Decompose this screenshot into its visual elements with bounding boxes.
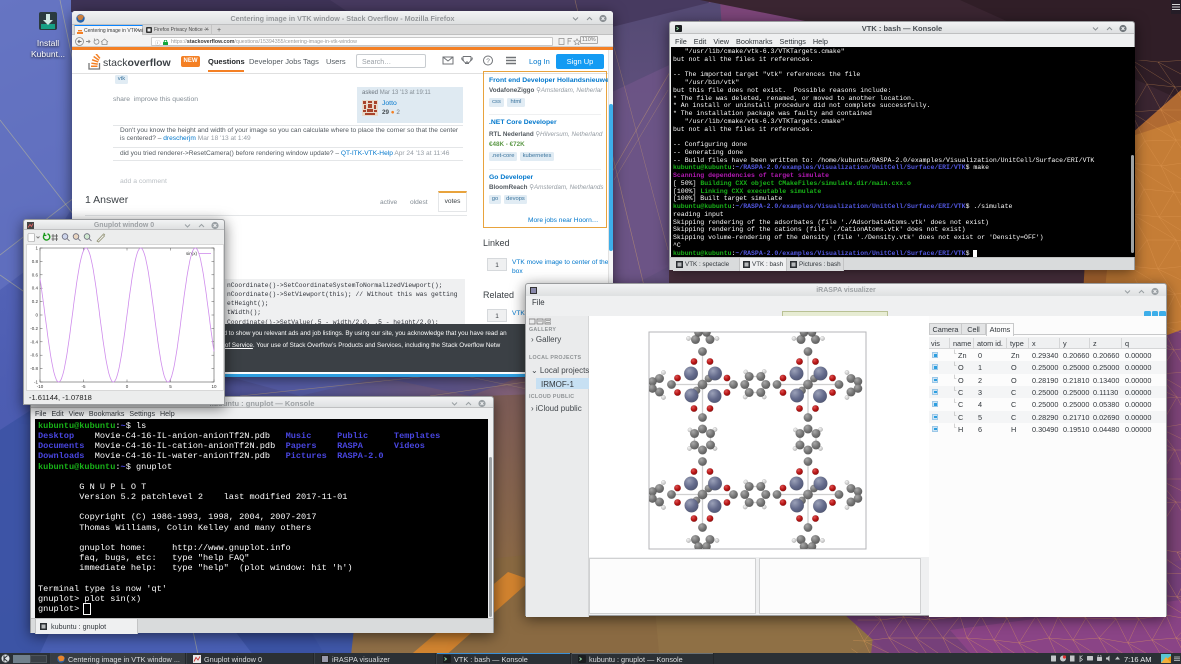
svg-text:0.4: 0.4 <box>32 286 39 291</box>
svg-text:10: 10 <box>211 384 217 389</box>
svg-text:0.2: 0.2 <box>32 299 39 304</box>
svg-text:?: ? <box>486 58 490 65</box>
svg-text:-0.8: -0.8 <box>30 366 38 371</box>
svg-text:1: 1 <box>35 246 38 251</box>
svg-text:-0.2: -0.2 <box>30 326 38 331</box>
svg-text:-5: -5 <box>81 384 85 389</box>
svg-text:-0.6: -0.6 <box>30 353 38 358</box>
svg-text:-0.4: -0.4 <box>30 339 38 344</box>
svg-text:0.6: 0.6 <box>32 272 39 277</box>
svg-text:0: 0 <box>35 313 38 318</box>
svg-text:0: 0 <box>126 384 129 389</box>
svg-text:-10: -10 <box>37 384 44 389</box>
svg-text:0.8: 0.8 <box>32 259 39 264</box>
svg-text:5: 5 <box>169 384 172 389</box>
